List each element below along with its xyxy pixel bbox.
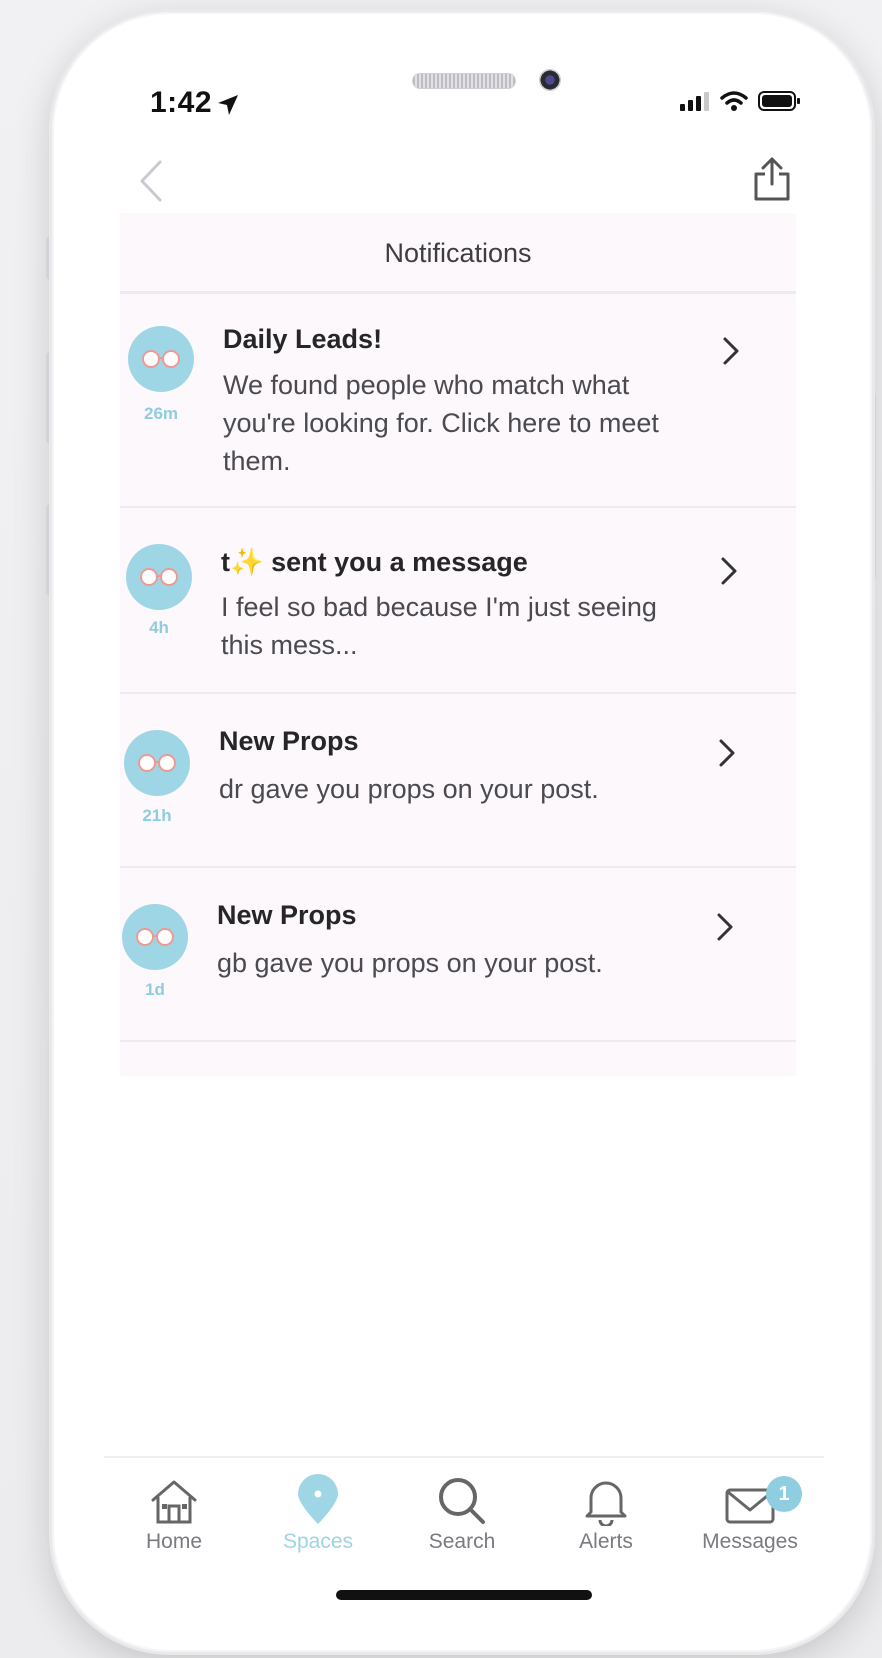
notification-title: t✨ sent you a message <box>221 547 528 577</box>
notification-body: I feel so bad because I'm just seeing th… <box>221 592 657 660</box>
glasses-logo-icon <box>138 754 176 772</box>
tab-bar: Home Spaces Search Alerts Messages 1 <box>104 1456 824 1568</box>
glasses-logo-icon <box>142 350 180 368</box>
chevron-right-icon <box>719 739 735 767</box>
notification-body: gb gave you props on your post. <box>217 948 603 978</box>
home-indicator <box>336 1590 592 1600</box>
notification-body: dr gave you props on your post. <box>219 774 599 804</box>
map-pin-icon <box>298 1474 338 1524</box>
chevron-right-icon <box>721 557 737 585</box>
notification-age: 4h <box>149 618 169 637</box>
search-icon <box>439 1478 485 1524</box>
tab-label: Messages <box>702 1530 798 1553</box>
avatar <box>122 904 188 970</box>
tab-spaces[interactable]: Spaces <box>248 1468 388 1554</box>
notification-age: 1d <box>145 980 165 999</box>
back-chevron-icon[interactable] <box>136 160 166 202</box>
battery-icon <box>758 91 800 111</box>
avatar <box>126 544 192 610</box>
notification-age: 26m <box>143 404 179 423</box>
chevron-right-icon <box>723 337 739 365</box>
tab-alerts[interactable]: Alerts <box>536 1468 676 1554</box>
tab-label: Home <box>145 1530 203 1553</box>
tab-messages[interactable]: Messages 1 <box>680 1468 820 1554</box>
tab-label: Spaces <box>282 1530 354 1553</box>
status-icons <box>680 90 802 112</box>
avatar <box>124 730 190 796</box>
sparkles-emoji: ✨ <box>230 547 264 577</box>
notification-body: We found people who match what you're lo… <box>223 370 659 476</box>
notification-age: 21h <box>142 806 172 825</box>
notification-row-props-2[interactable]: 1d New Props gb gave you props on your p… <box>120 868 796 1042</box>
tab-label: Alerts <box>579 1530 633 1553</box>
chevron-right-icon <box>717 913 733 941</box>
earpiece-speaker <box>412 73 516 89</box>
front-camera <box>539 69 561 91</box>
location-arrow-icon <box>218 95 238 115</box>
cellular-signal-icon <box>680 92 709 111</box>
notification-row-daily-leads[interactable]: 26m Daily Leads! We found people who mat… <box>120 294 796 508</box>
phone-frame: 1:42 Notifications 26m Daily Leads! We f… <box>52 12 872 1652</box>
wifi-icon <box>720 91 748 111</box>
unread-badge: 1 <box>766 1476 802 1512</box>
avatar <box>128 326 194 392</box>
notification-row-message[interactable]: 4h t✨ sent you a message I feel so bad b… <box>120 508 796 694</box>
notification-title: New Props <box>219 726 359 756</box>
share-icon[interactable] <box>752 156 792 202</box>
notification-title: Daily Leads! <box>223 324 383 354</box>
glasses-logo-icon <box>140 568 178 586</box>
notification-row-props-1[interactable]: 21h New Props dr gave you props on your … <box>120 694 796 868</box>
home-icon <box>151 1480 197 1524</box>
tab-home[interactable]: Home <box>104 1468 244 1554</box>
tab-search[interactable]: Search <box>392 1468 532 1554</box>
notifications-panel: Notifications 26m Daily Leads! We found … <box>120 213 796 1076</box>
notification-title: New Props <box>217 900 357 930</box>
glasses-logo-icon <box>136 928 174 946</box>
status-time: 1:42 <box>150 86 213 119</box>
screenshot-stage: 1:42 Notifications 26m Daily Leads! We f… <box>0 0 882 1658</box>
bell-icon <box>585 1481 627 1526</box>
page-title: Notifications <box>120 213 796 294</box>
tab-label: Search <box>428 1530 496 1553</box>
